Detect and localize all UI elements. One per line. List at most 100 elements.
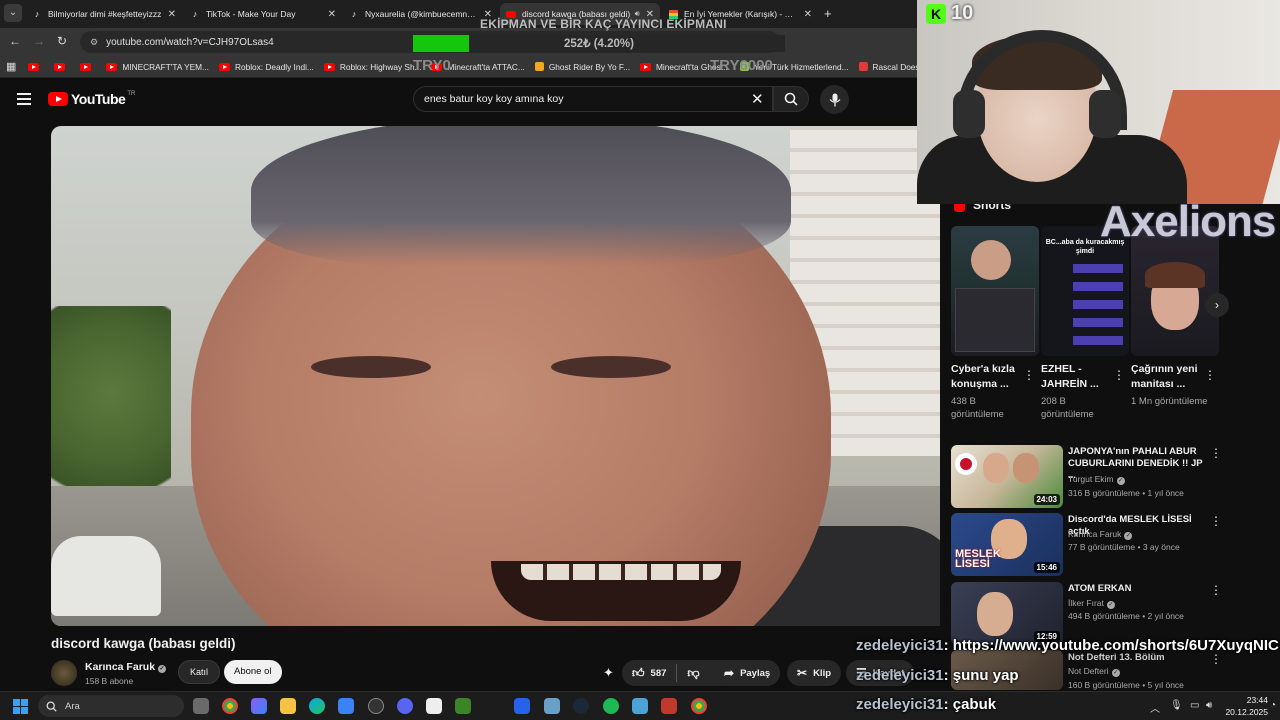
- more-options-icon[interactable]: ⋮: [1210, 652, 1222, 666]
- axelions-watermark: Axelions: [1100, 197, 1276, 246]
- apps-grid-icon[interactable]: ▦: [6, 60, 16, 73]
- copilot-icon[interactable]: [251, 698, 267, 714]
- obs-icon[interactable]: [368, 698, 384, 714]
- network-icon[interactable]: ▭: [1190, 700, 1199, 711]
- store-icon[interactable]: [338, 698, 354, 714]
- voice-search-button[interactable]: [820, 85, 849, 114]
- windows-start-icon[interactable]: [13, 699, 28, 714]
- search-query: enes batur koy koy amına koy: [424, 93, 564, 105]
- more-options-icon[interactable]: ⋮: [1113, 368, 1125, 382]
- clear-search-icon[interactable]: ✕: [751, 90, 764, 108]
- search-icon: [46, 701, 57, 712]
- recommended-video-channel[interactable]: Turgut Ekim ✓: [1068, 474, 1125, 485]
- bookmark-item[interactable]: [28, 62, 44, 71]
- bookmark-item[interactable]: [80, 62, 96, 71]
- search-icon: [784, 92, 798, 106]
- thumbs-down-icon[interactable]: 👎︎: [687, 666, 699, 681]
- back-icon[interactable]: ←: [9, 34, 21, 48]
- close-tab-icon[interactable]: ✕: [168, 9, 176, 20]
- bookmark-item[interactable]: Roblox: Deadly Indi...: [218, 62, 314, 72]
- short-thumbnail[interactable]: [951, 226, 1039, 356]
- chrome-icon[interactable]: [691, 698, 707, 714]
- short-title[interactable]: Cyber'a kızla konuşma ...: [951, 362, 1023, 392]
- browser-tab[interactable]: ♪ Nyxaurelia (@kimbuecemnaz) ✕: [343, 3, 498, 25]
- share-icon: ➦: [724, 666, 735, 680]
- divider: [676, 664, 678, 682]
- join-button[interactable]: Katıl: [178, 660, 221, 684]
- site-info-icon[interactable]: ⚙: [90, 37, 98, 48]
- short-title[interactable]: EZHEL - JAHREİN ...: [1041, 362, 1113, 392]
- donation-min-label: TRY0: [413, 57, 451, 74]
- app-icon[interactable]: [514, 698, 530, 714]
- clip-button[interactable]: ✂ Klip: [787, 660, 842, 686]
- subscribe-button[interactable]: Abone ol: [224, 660, 282, 684]
- verified-icon: ✓: [158, 665, 167, 673]
- donation-progress-bar: 252₺ (4.20%): [413, 35, 785, 52]
- bookmark-item[interactable]: MINECRAFT'TA YEM...: [106, 62, 209, 72]
- bookmark-item[interactable]: Roblox: Highway Sh...: [323, 62, 421, 72]
- minecraft-icon[interactable]: [455, 698, 471, 714]
- recommended-video-thumbnail[interactable]: 12:59: [951, 582, 1063, 645]
- tiktok-icon: ♪: [192, 9, 198, 19]
- close-tab-icon[interactable]: ✕: [328, 9, 336, 20]
- new-tab-button[interactable]: +: [824, 6, 832, 21]
- thumbs-up-icon[interactable]: 👍︎: [632, 666, 645, 681]
- edge-icon[interactable]: [309, 698, 325, 714]
- file-explorer-icon[interactable]: [280, 698, 296, 714]
- steam-icon[interactable]: [573, 698, 589, 714]
- video-player[interactable]: [51, 126, 940, 626]
- channel-avatar[interactable]: [51, 660, 77, 686]
- app-icon[interactable]: [632, 698, 648, 714]
- forward-icon[interactable]: →: [33, 34, 45, 48]
- youtube-logo[interactable]: YouTube TR: [48, 91, 135, 107]
- more-options-icon[interactable]: ⋮: [1210, 514, 1222, 528]
- donation-progress-text: 252₺ (4.20%): [564, 38, 634, 50]
- bookmark-item[interactable]: [54, 62, 70, 71]
- app-icon[interactable]: [661, 698, 677, 714]
- browser-tab[interactable]: ♪ Bilmiyorlar dimi #keşfetteyizzz ✕: [26, 3, 182, 25]
- recommended-video-thumbnail[interactable]: 24:03: [951, 445, 1063, 508]
- volume-icon[interactable]: 🔊︎: [1206, 700, 1212, 711]
- bookmark-item[interactable]: Ghost Rider By Yo F...: [534, 62, 630, 72]
- more-options-icon[interactable]: ⋮: [1023, 368, 1035, 382]
- sparkle-icon[interactable]: ✦: [603, 665, 614, 681]
- channel-name[interactable]: Karınca Faruk ✓: [85, 661, 167, 673]
- short-thumb-screen: [955, 288, 1035, 352]
- taskbar-date[interactable]: 20.12.2025: [1216, 707, 1268, 717]
- app-icon[interactable]: [544, 698, 560, 714]
- more-options-icon[interactable]: ⋮: [1204, 368, 1216, 382]
- share-button[interactable]: ➦ Paylaş: [714, 660, 781, 686]
- recommended-video-thumbnail[interactable]: MESLEK LİSESİ 15:46: [951, 513, 1063, 576]
- task-view-icon[interactable]: [193, 698, 209, 714]
- microphone-icon[interactable]: 🎙︎: [1170, 700, 1183, 711]
- short-views: 1 Mn görüntüleme: [1131, 396, 1208, 407]
- more-options-icon[interactable]: ⋮: [1210, 446, 1222, 460]
- reload-icon[interactable]: ↻: [57, 34, 67, 48]
- taskbar-search[interactable]: Ara: [38, 695, 184, 717]
- notification-icon[interactable]: ◔: [1270, 700, 1276, 711]
- tiktok-icon: ♪: [351, 9, 357, 19]
- recommended-video-channel[interactable]: Karınca Faruk ✓: [1068, 529, 1133, 540]
- discord-icon[interactable]: [397, 698, 413, 714]
- recommended-video-channel[interactable]: İlker Fırat ✓: [1068, 598, 1115, 609]
- capcut-icon[interactable]: [426, 698, 442, 714]
- chrome-icon[interactable]: [222, 698, 238, 714]
- recommended-video-channel[interactable]: Not Defteri ✓: [1068, 666, 1120, 677]
- shorts-next-button[interactable]: ›: [1205, 293, 1229, 317]
- recommended-video-title[interactable]: ATOM ERKAN: [1068, 583, 1203, 595]
- like-count[interactable]: 587: [651, 668, 667, 679]
- more-options-icon[interactable]: ⋮: [1210, 583, 1222, 597]
- menu-icon[interactable]: [17, 93, 31, 105]
- short-title[interactable]: Çağrının yeni manitası ...: [1131, 362, 1203, 392]
- chevron-up-icon[interactable]: ︿: [1150, 700, 1160, 715]
- taskbar-clock[interactable]: 23:44: [1226, 695, 1268, 705]
- search-input[interactable]: enes batur koy koy amına koy: [413, 86, 773, 112]
- browser-tab[interactable]: ♪ TikTok - Make Your Day ✕: [184, 3, 342, 25]
- search-button[interactable]: [773, 86, 809, 112]
- close-tab-icon[interactable]: ✕: [804, 9, 812, 20]
- windows-taskbar: Ara ︿ 🎙︎ ▭ 🔊︎ 23:44 20.12.2025 ◔: [0, 691, 1280, 720]
- tab-search-button[interactable]: ⌄: [4, 4, 22, 22]
- chat-message: zedeleyici31: https://www.youtube.com/sh…: [856, 637, 1279, 654]
- gamebanana-icon: [534, 62, 544, 71]
- spotify-icon[interactable]: [603, 698, 619, 714]
